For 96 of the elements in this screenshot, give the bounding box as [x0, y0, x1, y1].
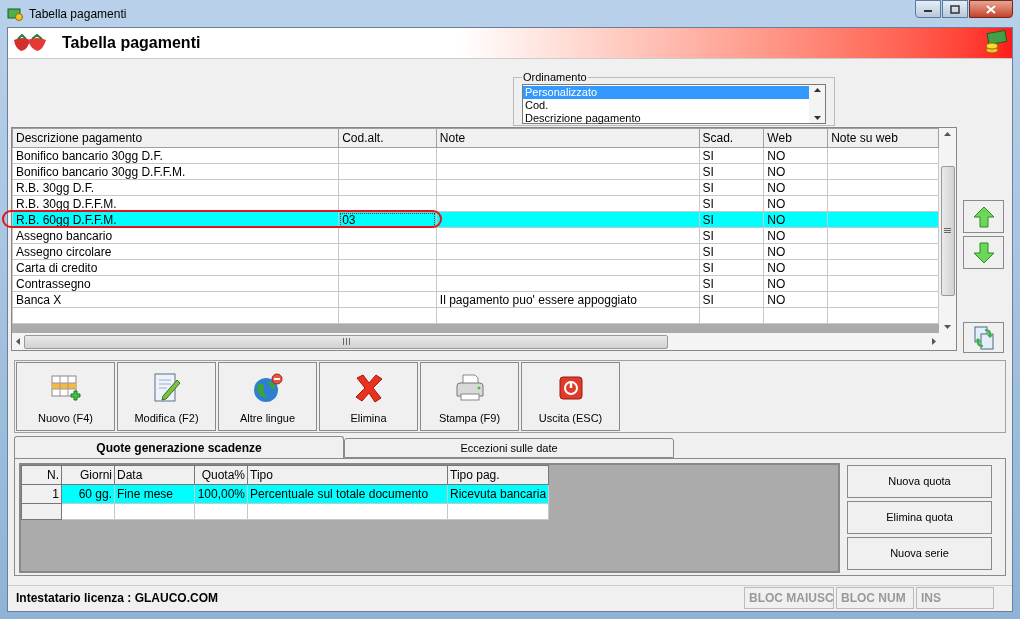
toolbar-button[interactable]: Nuovo (F4) — [16, 362, 115, 431]
table-cell: Carta di credito — [16, 260, 98, 275]
toolbar-button[interactable]: Modifica (F2) — [117, 362, 216, 431]
up-arrow-icon — [972, 205, 995, 228]
column-header[interactable]: Scad. — [699, 128, 764, 148]
move-down-button[interactable] — [963, 236, 1004, 269]
table-cell: SI — [702, 260, 714, 275]
column-header[interactable]: Quota% — [194, 465, 248, 485]
table-cell: Percentuale sul totale documento — [250, 487, 429, 501]
refresh-button[interactable] — [963, 322, 1004, 353]
grip-icon — [944, 228, 951, 233]
table-cell: SI — [702, 164, 714, 179]
column-header[interactable]: Note — [436, 128, 699, 148]
table-cell: SI — [702, 228, 714, 243]
grip-icon — [342, 338, 350, 345]
table-cell: SI — [702, 212, 714, 227]
table-cell: 60 gg. — [78, 487, 112, 501]
toolbar-button[interactable]: Uscita (ESC) — [521, 362, 620, 431]
window-title: Tabella pagamenti — [29, 5, 127, 23]
column-header[interactable]: Cod.alt. — [338, 128, 437, 148]
quote-button[interactable]: Nuova quota — [847, 465, 992, 498]
table-cell: NO — [767, 164, 786, 179]
table-cell: SI — [702, 148, 714, 163]
printer-icon — [453, 371, 486, 404]
group-label: Ordinamento — [522, 70, 588, 85]
close-button[interactable] — [969, 0, 1013, 18]
app-icon — [7, 5, 23, 22]
table-cell: NO — [767, 228, 786, 243]
table-cell: SI — [702, 180, 714, 195]
table-cell: NO — [767, 244, 786, 259]
scroll-down-icon[interactable] — [944, 325, 951, 329]
license-text: Intestatario licenza : GLAUCO.COM — [16, 589, 220, 607]
column-header[interactable]: Tipo — [247, 465, 448, 485]
table-cell: Banca X — [16, 292, 62, 307]
toolbar-button[interactable]: Altre lingue — [218, 362, 317, 431]
toolbar-button[interactable]: Elimina — [319, 362, 418, 431]
maximize-button[interactable] — [942, 0, 968, 18]
table-cell: Contrassegno — [16, 276, 91, 291]
column-header[interactable]: Note su web — [827, 128, 939, 148]
toolbar-button[interactable]: Stampa (F9) — [420, 362, 519, 431]
sort-listbox[interactable]: Personalizzato Cod. Descrizione pagamento — [522, 83, 826, 124]
status-indicator: INS — [916, 586, 994, 609]
table-cell: 03 — [342, 212, 356, 227]
maximize-icon — [950, 4, 960, 14]
column-header[interactable]: Giorni — [61, 465, 115, 485]
down-arrow-icon — [972, 241, 995, 264]
scroll-up-icon[interactable] — [944, 132, 951, 136]
list-item[interactable]: Cod. — [523, 98, 809, 112]
refresh-documents-icon — [972, 325, 995, 350]
table-cell: Assegno circolare — [16, 244, 112, 259]
scroll-left-icon[interactable] — [16, 338, 20, 345]
move-up-button[interactable] — [963, 200, 1004, 233]
list-item[interactable]: Descrizione pagamento — [523, 111, 809, 125]
table-cell: NO — [767, 260, 786, 275]
quote-button[interactable]: Nuova serie — [847, 537, 992, 570]
table-cell: Ricevuta bancaria — [450, 487, 547, 501]
status-indicator: BLOC NUM — [836, 586, 914, 609]
scroll-down-icon[interactable] — [813, 115, 821, 120]
table-cell: NO — [767, 212, 786, 227]
table-cell: NO — [767, 148, 786, 163]
table-cell: Fine mese — [117, 487, 174, 501]
scroll-up-icon[interactable] — [813, 87, 821, 92]
table-cell: Bonifico bancario 30gg D.F. — [16, 148, 163, 163]
table-cell: Bonifico bancario 30gg D.F.F.M. — [16, 164, 186, 179]
column-header[interactable]: Data — [114, 465, 195, 485]
minimize-button[interactable] — [915, 0, 941, 18]
status-indicator: BLOC MAIUSC — [744, 586, 834, 609]
table-cell: NO — [767, 292, 786, 307]
globe-icon — [251, 371, 284, 404]
table-cell: SI — [702, 276, 714, 291]
strawberries-icon — [12, 34, 48, 52]
column-header[interactable]: Web — [763, 128, 828, 148]
column-header[interactable]: N. — [21, 465, 62, 485]
quote-button[interactable]: Elimina quota — [847, 501, 992, 534]
money-icon — [984, 30, 1008, 56]
table-cell: SI — [702, 244, 714, 259]
table-cell: NO — [767, 196, 786, 211]
horizontal-scrollbar[interactable] — [12, 333, 956, 350]
table-cell: SI — [702, 292, 714, 307]
close-icon — [986, 4, 996, 14]
column-header[interactable]: Descrizione pagamento — [12, 128, 339, 148]
scroll-right-icon[interactable] — [932, 338, 936, 345]
table-cell: Il pagamento puo' essere appoggiato — [439, 292, 637, 307]
row-number: 1 — [52, 487, 59, 501]
table-cell: SI — [702, 196, 714, 211]
tab[interactable]: Quote generazione scadenze — [14, 436, 344, 458]
table-cell: NO — [767, 276, 786, 291]
table-cell: Assegno bancario — [16, 228, 113, 243]
column-header[interactable]: Tipo pag. — [447, 465, 549, 485]
table-cell: R.B. 30gg D.F. — [16, 180, 95, 195]
vertical-scrollbar[interactable] — [939, 128, 956, 333]
table-cell: 100,00% — [197, 487, 245, 501]
vertical-scrollbar[interactable] — [809, 84, 825, 123]
tab[interactable]: Eccezioni sulle date — [344, 438, 674, 458]
header-title: Tabella pagamenti — [62, 33, 201, 53]
table-cell: NO — [767, 180, 786, 195]
